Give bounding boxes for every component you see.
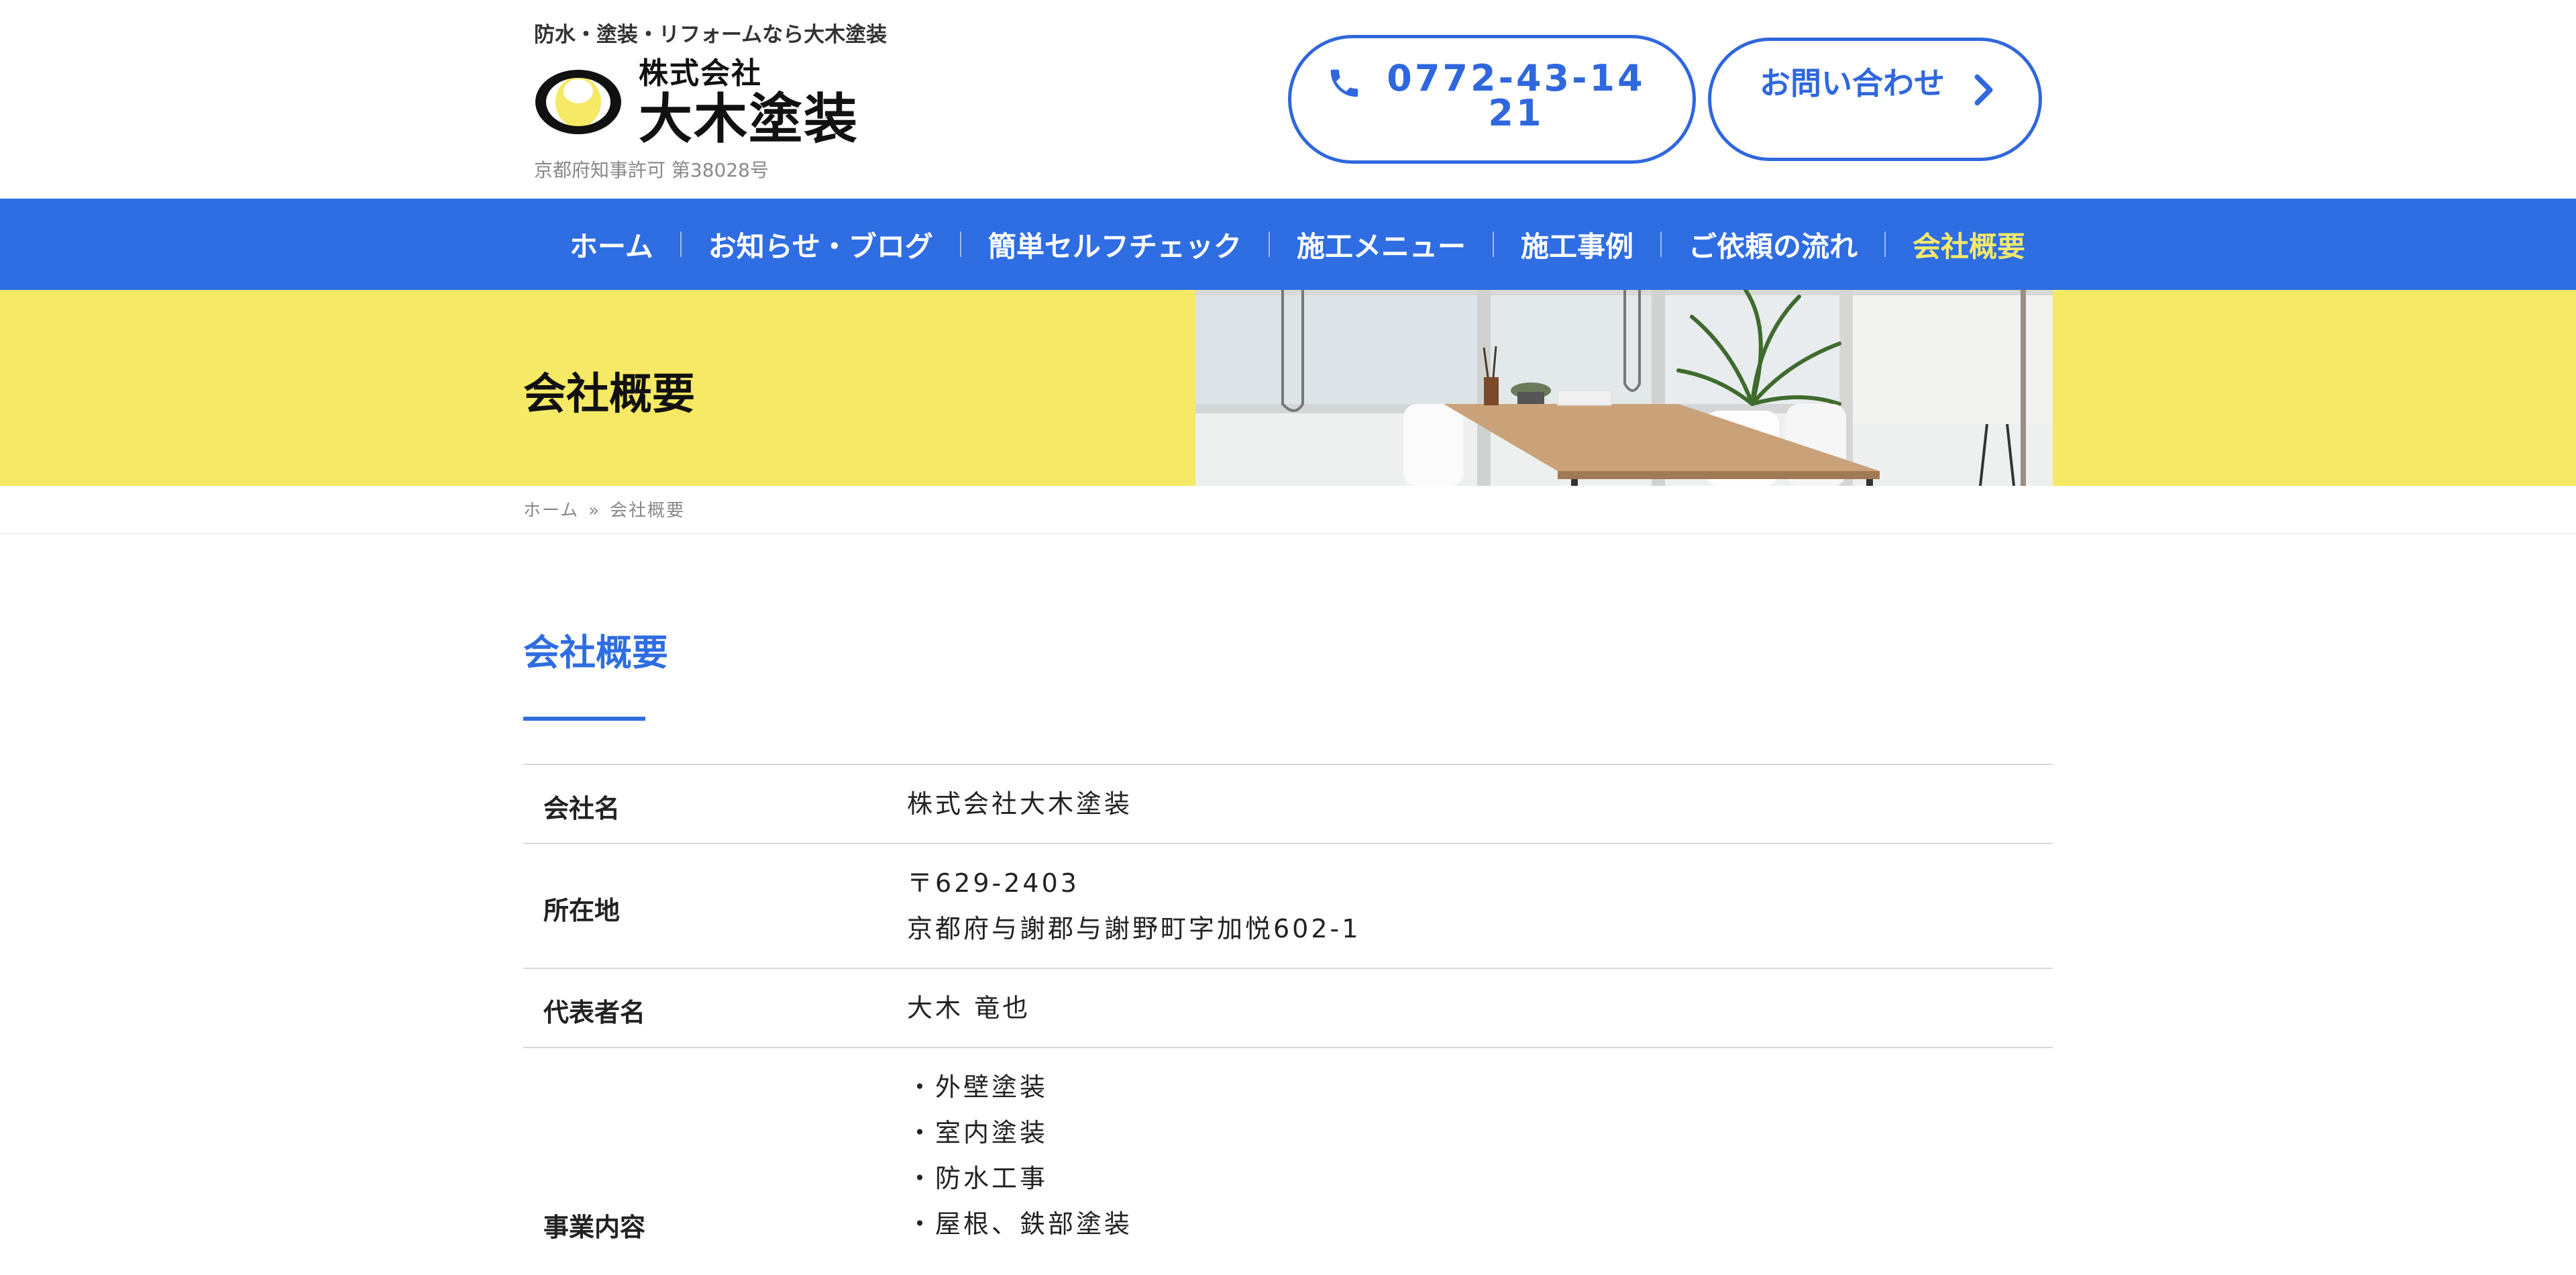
business-item: ・外壁塗装 (907, 1072, 1049, 1102)
hero-title: 会社概要 (523, 370, 695, 419)
phone-icon (1330, 69, 1358, 97)
section-title-underline (523, 717, 645, 721)
nav-list: ホーム お知らせ・ブログ 簡単セルフチェック 施工メニュー 施工事例 ご依頼の流… (0, 199, 2576, 290)
row-label-representative: 代表者名 (543, 998, 646, 1027)
row-value-representative: 大木 竜也 (907, 985, 1030, 1031)
contact-label: お問い合わせ (1760, 65, 1945, 101)
business-item: ・屋根、鉄部塗装 (907, 1209, 1133, 1239)
nav-item-home[interactable]: ホーム (570, 224, 653, 265)
business-item: ・室内塗装 (907, 1118, 1049, 1148)
nav-divider (680, 232, 682, 257)
table-row: 事業内容 ・外壁塗装 ・室内塗装 ・防水工事 ・屋根、鉄部塗装 (523, 1047, 2053, 1275)
breadcrumb-current: 会社概要 (610, 501, 686, 521)
nav-item-flow[interactable]: ご依頼の流れ (1688, 224, 1858, 265)
business-item: ・防水工事 (907, 1164, 1049, 1193)
site-header: 防水・塗装・リフォームなら大木塗装 株式会社 大木塗装 京都府知事許可 第380… (0, 0, 2576, 199)
nav-divider (1660, 232, 1662, 257)
nav-item-menu[interactable]: 施工メニュー (1297, 224, 1466, 265)
nav-item-news-blog[interactable]: お知らせ・ブログ (708, 224, 933, 265)
row-value-address: 〒629-2403 京都府与謝郡与謝野町字加悦602-1 (907, 860, 1360, 952)
row-value-company-name: 株式会社大木塗装 (907, 781, 1132, 827)
breadcrumb-separator: » (588, 501, 601, 521)
address-line: 京都府与謝郡与謝野町字加悦602-1 (907, 914, 1361, 944)
row-label-address: 所在地 (543, 896, 621, 925)
breadcrumb: ホーム » 会社概要 (523, 497, 685, 521)
nav-item-company[interactable]: 会社概要 (1913, 224, 2025, 265)
breadcrumb-home[interactable]: ホーム (523, 501, 579, 521)
nav-item-works[interactable]: 施工事例 (1521, 224, 1633, 265)
logo-mark (535, 70, 621, 134)
table-row: 代表者名 大木 竜也 (523, 968, 2053, 1047)
site-tagline: 防水・塗装・リフォームなら大木塗装 (534, 23, 888, 47)
nav-divider (1884, 232, 1886, 257)
global-nav: ホーム お知らせ・ブログ 簡単セルフチェック 施工メニュー 施工事例 ご依頼の流… (0, 199, 2576, 290)
nav-divider (959, 232, 961, 257)
site-logo[interactable]: 株式会社 大木塗装 (534, 56, 857, 148)
license-number: 京都府知事許可 第38028号 (534, 159, 769, 181)
page-hero: 会社概要 (0, 290, 2576, 486)
phone-number: 0772-43-1421 (1387, 57, 1646, 134)
logo-text: 株式会社 大木塗装 (639, 56, 859, 148)
nav-item-self-check[interactable]: 簡単セルフチェック (988, 224, 1242, 265)
row-value-business: ・外壁塗装 ・室内塗装 ・防水工事 ・屋根、鉄部塗装 (907, 1064, 1132, 1247)
company-info-table: 会社名 株式会社大木塗装 所在地 〒629-2403 京都府与謝郡与謝野町字加悦… (523, 764, 2053, 1275)
postal-code: 〒629-2403 (907, 868, 1079, 898)
representative-value: 大木 竜也 (907, 993, 1031, 1023)
logo-company-name: 大木塗装 (639, 88, 859, 150)
breadcrumb-divider (0, 533, 2576, 534)
section-title: 会社概要 (523, 631, 668, 674)
company-name-value: 株式会社大木塗装 (907, 789, 1133, 819)
hero-office-photo (1195, 290, 2053, 486)
contact-button[interactable]: お問い合わせ (1708, 38, 2042, 161)
chevron-right-icon (1974, 74, 1993, 106)
row-label-company-name: 会社名 (543, 794, 621, 823)
logo-company-type: 株式会社 (639, 56, 762, 91)
phone-button[interactable]: 0772-43-1421 (1288, 35, 1696, 164)
nav-divider (1268, 232, 1270, 257)
nav-divider (1492, 232, 1494, 257)
row-label-business: 事業内容 (543, 1213, 646, 1242)
table-row: 会社名 株式会社大木塗装 (523, 764, 2053, 843)
table-row: 所在地 〒629-2403 京都府与謝郡与謝野町字加悦602-1 (523, 843, 2053, 968)
